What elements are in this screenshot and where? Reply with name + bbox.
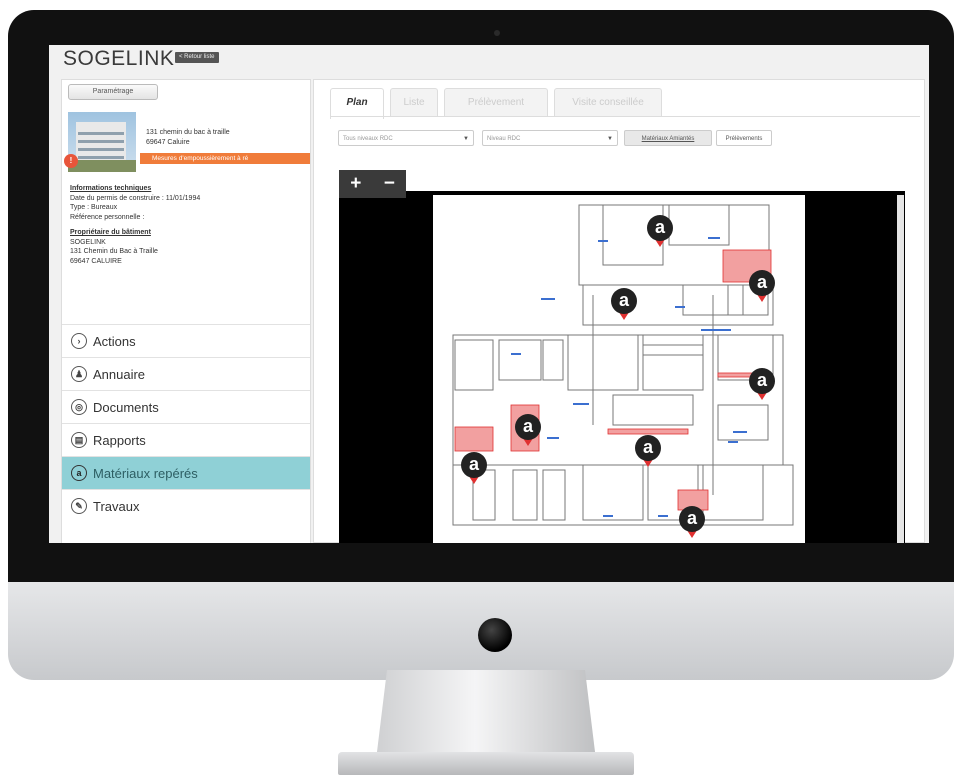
floor-plan[interactable]: a a a a a a a a: [433, 195, 805, 543]
materials-icon: a: [71, 465, 87, 481]
zoom-controls: + −: [339, 170, 406, 198]
back-to-list-button[interactable]: < Retour liste: [175, 52, 219, 63]
monitor-stand: [376, 670, 596, 760]
chevron-right-icon: ›: [71, 333, 87, 349]
tech-heading: Informations techniques: [70, 185, 152, 192]
level-select[interactable]: Niveau RDC ▼: [482, 130, 618, 146]
technical-info: Informations techniques Date du permis d…: [70, 184, 200, 266]
tech-reference: Référence personnelle :: [70, 213, 145, 221]
sidebar-item-rapports[interactable]: ▤ Rapports: [62, 423, 310, 456]
tab-visite[interactable]: Visite conseillée: [554, 88, 662, 117]
sidebar-item-documents[interactable]: ◎ Documents: [62, 390, 310, 423]
plan-scrollbar[interactable]: [897, 195, 904, 543]
sidebar-item-label: Matériaux repérés: [93, 465, 198, 481]
owner-city: 69647 CALUIRE: [70, 257, 122, 265]
alert-banner[interactable]: Mesures d'empoussièrement à ré: [140, 153, 310, 164]
zoom-in-button[interactable]: +: [350, 174, 361, 194]
toggle-prelevements[interactable]: Prélèvements: [716, 130, 772, 146]
building-address: 131 chemin du bac à traille 69647 Caluir…: [146, 128, 230, 148]
tab-plan[interactable]: Plan: [330, 88, 384, 119]
monitor-foot: [338, 752, 634, 775]
app-header: SOGELINK < Retour liste: [49, 45, 929, 73]
owner-name: SOGELINK: [70, 238, 106, 246]
tab-prelevement[interactable]: Prélèvement: [444, 88, 548, 117]
monitor-chin: [8, 582, 954, 680]
sidebar-item-label: Travaux: [93, 498, 140, 514]
asbestos-marker[interactable]: a: [515, 414, 541, 450]
sidebar-item-annuaire[interactable]: ♟ Annuaire: [62, 357, 310, 390]
building-sidebar: Paramétrage ! 131 chemin du bac à traill…: [61, 79, 311, 543]
settings-button[interactable]: Paramétrage: [68, 84, 158, 100]
tab-liste[interactable]: Liste: [390, 88, 438, 117]
sidebar-item-label: Rapports: [93, 432, 146, 448]
owner-heading: Propriétaire du bâtiment: [70, 229, 151, 236]
sidebar-item-materiaux[interactable]: a Matériaux repérés: [62, 456, 310, 489]
tech-type: Type : Bureaux: [70, 204, 118, 211]
documents-icon: ◎: [71, 399, 87, 415]
works-icon: ✎: [71, 498, 87, 514]
alert-icon: !: [64, 154, 78, 168]
sidebar-item-label: Actions: [93, 333, 136, 349]
sidebar-item-label: Documents: [93, 399, 159, 415]
contacts-icon: ♟: [71, 366, 87, 382]
asbestos-marker[interactable]: a: [749, 270, 775, 306]
sidebar-item-label: Annuaire: [93, 366, 146, 382]
apple-logo-icon: [478, 618, 512, 652]
toggle-materiaux-amiantes[interactable]: Matériaux Amiantés: [624, 130, 712, 146]
brand-logo: SOGELINK: [63, 47, 175, 70]
owner-street: 131 Chemin du Bac à Traille: [70, 248, 158, 255]
asbestos-marker[interactable]: a: [461, 452, 487, 488]
app-screen: SOGELINK < Retour liste Paramétrage ! 13…: [49, 45, 929, 543]
asbestos-marker[interactable]: a: [611, 288, 637, 324]
sidebar-menu: › Actions ♟ Annuaire ◎ Documents ▤ Rappo…: [62, 324, 310, 522]
camera-icon: [494, 30, 500, 36]
chevron-down-icon: ▼: [607, 136, 613, 142]
asbestos-marker[interactable]: a: [749, 368, 775, 404]
tab-divider: [330, 116, 920, 117]
sidebar-item-actions[interactable]: › Actions: [62, 324, 310, 357]
level-value: Niveau RDC: [487, 136, 521, 142]
zoom-out-button[interactable]: −: [384, 174, 395, 194]
reports-icon: ▤: [71, 432, 87, 448]
level-group-select[interactable]: Tous niveaux RDC ▼: [338, 130, 474, 146]
asbestos-marker[interactable]: a: [679, 506, 705, 542]
building-photo: [68, 112, 136, 172]
sidebar-item-travaux[interactable]: ✎ Travaux: [62, 489, 310, 522]
address-line2: 69647 Caluire: [146, 139, 190, 146]
asbestos-marker[interactable]: a: [635, 435, 661, 471]
tech-permit-date: Date du permis de construire : 11/01/199…: [70, 194, 201, 202]
chevron-down-icon: ▼: [463, 136, 469, 142]
level-group-value: Tous niveaux RDC: [343, 136, 393, 142]
address-line1: 131 chemin du bac à traille: [146, 129, 230, 136]
asbestos-marker[interactable]: a: [647, 215, 673, 251]
room-labels: [511, 237, 747, 517]
